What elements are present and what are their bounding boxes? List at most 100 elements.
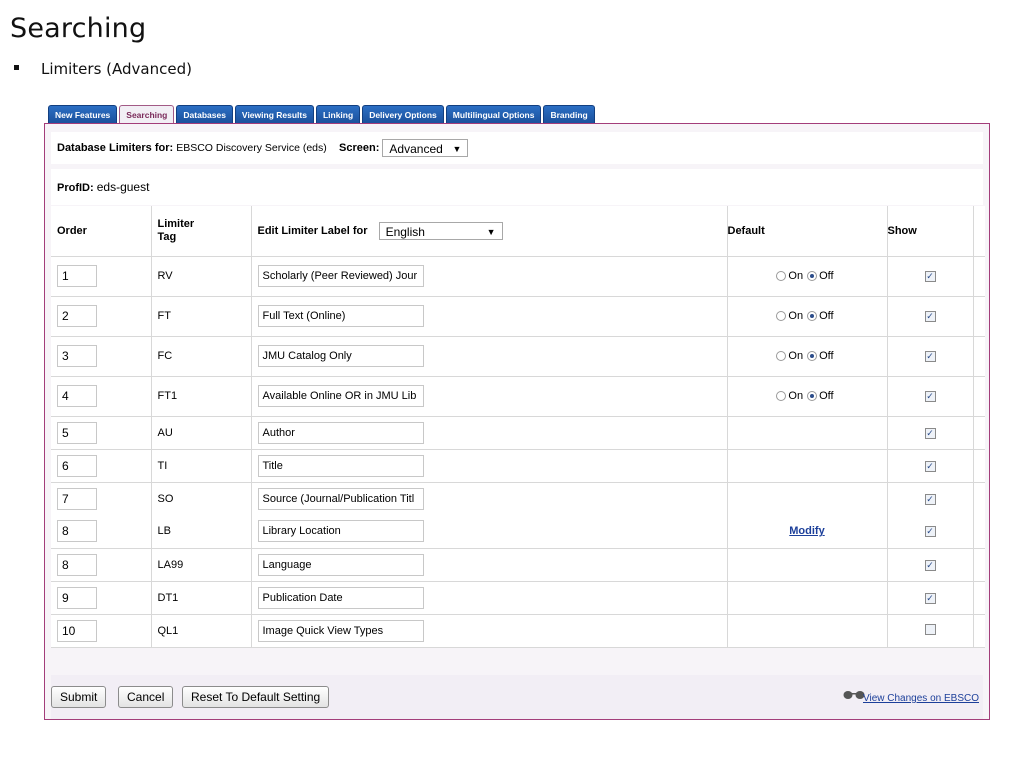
- limiter-label-input[interactable]: Available Online OR in JMU Lib: [257, 385, 424, 407]
- limiter-label-input[interactable]: Image Quick View Types: [257, 619, 424, 642]
- table-row: 8 LB Library Location Modify ✓: [51, 515, 985, 549]
- limiter-label-input[interactable]: Full Text (Online): [257, 305, 424, 327]
- order-input[interactable]: 10: [57, 619, 97, 642]
- database-limiters-label: Database Limiters for:: [57, 142, 174, 154]
- default-cell: [727, 548, 888, 582]
- order-input[interactable]: 1: [57, 265, 97, 287]
- show-checkbox[interactable]: ✓: [924, 427, 936, 439]
- modify-link[interactable]: Modify: [789, 525, 824, 537]
- limiter-label-cell: Language: [251, 548, 728, 582]
- submit-button[interactable]: Submit: [51, 686, 107, 708]
- spacer-cell: [973, 336, 985, 377]
- default-cell: On Off: [727, 256, 888, 297]
- default-cell: [727, 581, 888, 615]
- order-input[interactable]: 7: [57, 487, 97, 510]
- order-input[interactable]: 8: [57, 520, 97, 543]
- limiter-label-cell: Publication Date: [251, 581, 728, 615]
- limiter-tag-cell: TI: [151, 449, 252, 483]
- radio-off[interactable]: [807, 311, 818, 322]
- screen-select[interactable]: Advanced ▼: [382, 139, 469, 158]
- show-checkbox[interactable]: ✓: [924, 391, 936, 402]
- tab-multilingual-options[interactable]: Multilingual Options: [445, 105, 542, 124]
- show-cell: ✓: [887, 449, 974, 483]
- show-checkbox[interactable]: ✓: [924, 559, 936, 571]
- language-select[interactable]: English ▼: [378, 221, 503, 240]
- limiter-label-input[interactable]: Publication Date: [257, 586, 424, 609]
- spacer-cell: [973, 296, 985, 337]
- limiter-label-cell: Author: [251, 416, 728, 450]
- tab-delivery-options[interactable]: Delivery Options: [362, 105, 444, 124]
- limiter-label-input[interactable]: JMU Catalog Only: [257, 345, 424, 367]
- radio-on-label: On: [788, 390, 804, 403]
- limiter-label-input[interactable]: Title: [257, 454, 424, 477]
- limiter-tag-cell: FC: [151, 336, 252, 377]
- limiter-label-input[interactable]: Author: [257, 421, 424, 444]
- order-cell: 4: [51, 376, 152, 417]
- show-checkbox[interactable]: ✓: [924, 311, 936, 322]
- spacer-cell: [973, 581, 985, 615]
- radio-on-label: On: [788, 270, 804, 283]
- show-checkbox[interactable]: ✓: [924, 493, 936, 505]
- show-checkbox[interactable]: [924, 623, 936, 635]
- glasses-icon: [843, 691, 865, 699]
- chevron-down-icon: ▼: [486, 226, 496, 237]
- order-input[interactable]: 4: [57, 385, 97, 407]
- show-header: Show: [887, 206, 974, 257]
- radio-on[interactable]: [776, 351, 787, 362]
- order-input[interactable]: 8: [57, 553, 97, 576]
- limiter-label-cell: Image Quick View Types: [251, 614, 728, 648]
- order-cell: 6: [51, 449, 152, 483]
- order-input[interactable]: 6: [57, 454, 97, 477]
- show-cell: [887, 614, 974, 648]
- table-row: 1 RV Scholarly (Peer Reviewed) Jour On Off ✓: [51, 256, 985, 297]
- show-checkbox[interactable]: ✓: [924, 460, 936, 472]
- limiter-label-input[interactable]: Source (Journal/Publication Titl: [257, 487, 424, 510]
- slide-title: Searching: [10, 13, 147, 44]
- order-input[interactable]: 5: [57, 421, 97, 444]
- show-checkbox[interactable]: ✓: [924, 592, 936, 604]
- tab-searching[interactable]: Searching: [119, 105, 175, 124]
- table-row: 6 TI Title ✓: [51, 449, 985, 483]
- limiter-label-input[interactable]: Scholarly (Peer Reviewed) Jour: [257, 265, 424, 287]
- spacer-cell: [973, 376, 985, 417]
- order-input[interactable]: 2: [57, 305, 97, 327]
- limiter-label-cell: JMU Catalog Only: [251, 336, 728, 377]
- radio-off-label: Off: [819, 350, 834, 363]
- show-cell: ✓: [887, 336, 974, 377]
- radio-on[interactable]: [776, 311, 787, 322]
- show-checkbox[interactable]: ✓: [924, 351, 936, 362]
- radio-on[interactable]: [776, 271, 787, 282]
- spacer-cell: [973, 482, 985, 515]
- form-footer: Submit Cancel Reset To Default Setting V…: [51, 675, 983, 719]
- default-cell: [727, 614, 888, 648]
- tab-viewing-results[interactable]: Viewing Results: [234, 105, 314, 124]
- view-changes-link[interactable]: View Changes on EBSCO: [863, 693, 979, 704]
- tab-linking[interactable]: Linking: [315, 105, 361, 124]
- radio-on[interactable]: [776, 391, 787, 402]
- limiter-tag-cell: LB: [151, 515, 252, 549]
- bullet-text: Limiters (Advanced): [41, 60, 192, 78]
- radio-off[interactable]: [807, 391, 818, 402]
- radio-off[interactable]: [807, 271, 818, 282]
- order-input[interactable]: 9: [57, 586, 97, 609]
- show-checkbox[interactable]: ✓: [924, 271, 936, 282]
- bullet-item: Limiters (Advanced): [14, 60, 192, 78]
- limiter-label-input[interactable]: Library Location: [257, 520, 424, 543]
- limiter-label-input[interactable]: Language: [257, 553, 424, 576]
- settings-panel: Database Limiters for: EBSCO Discovery S…: [44, 123, 990, 720]
- order-input[interactable]: 3: [57, 345, 97, 367]
- limiter-tag-cell: AU: [151, 416, 252, 450]
- default-cell: On Off: [727, 296, 888, 337]
- show-cell: ✓: [887, 376, 974, 417]
- limiter-tag-cell: SO: [151, 482, 252, 515]
- reset-default-button[interactable]: Reset To Default Setting: [182, 686, 330, 708]
- tab-new-features[interactable]: New Features: [48, 105, 118, 124]
- tab-databases[interactable]: Databases: [176, 105, 233, 124]
- show-checkbox[interactable]: ✓: [924, 526, 936, 538]
- radio-off[interactable]: [807, 351, 818, 362]
- cancel-button[interactable]: Cancel: [118, 686, 174, 708]
- tab-branding[interactable]: Branding: [543, 105, 595, 124]
- edit-label-header-text: Edit Limiter Label for: [257, 224, 368, 237]
- order-cell: 8: [51, 548, 152, 582]
- show-cell: ✓: [887, 416, 974, 450]
